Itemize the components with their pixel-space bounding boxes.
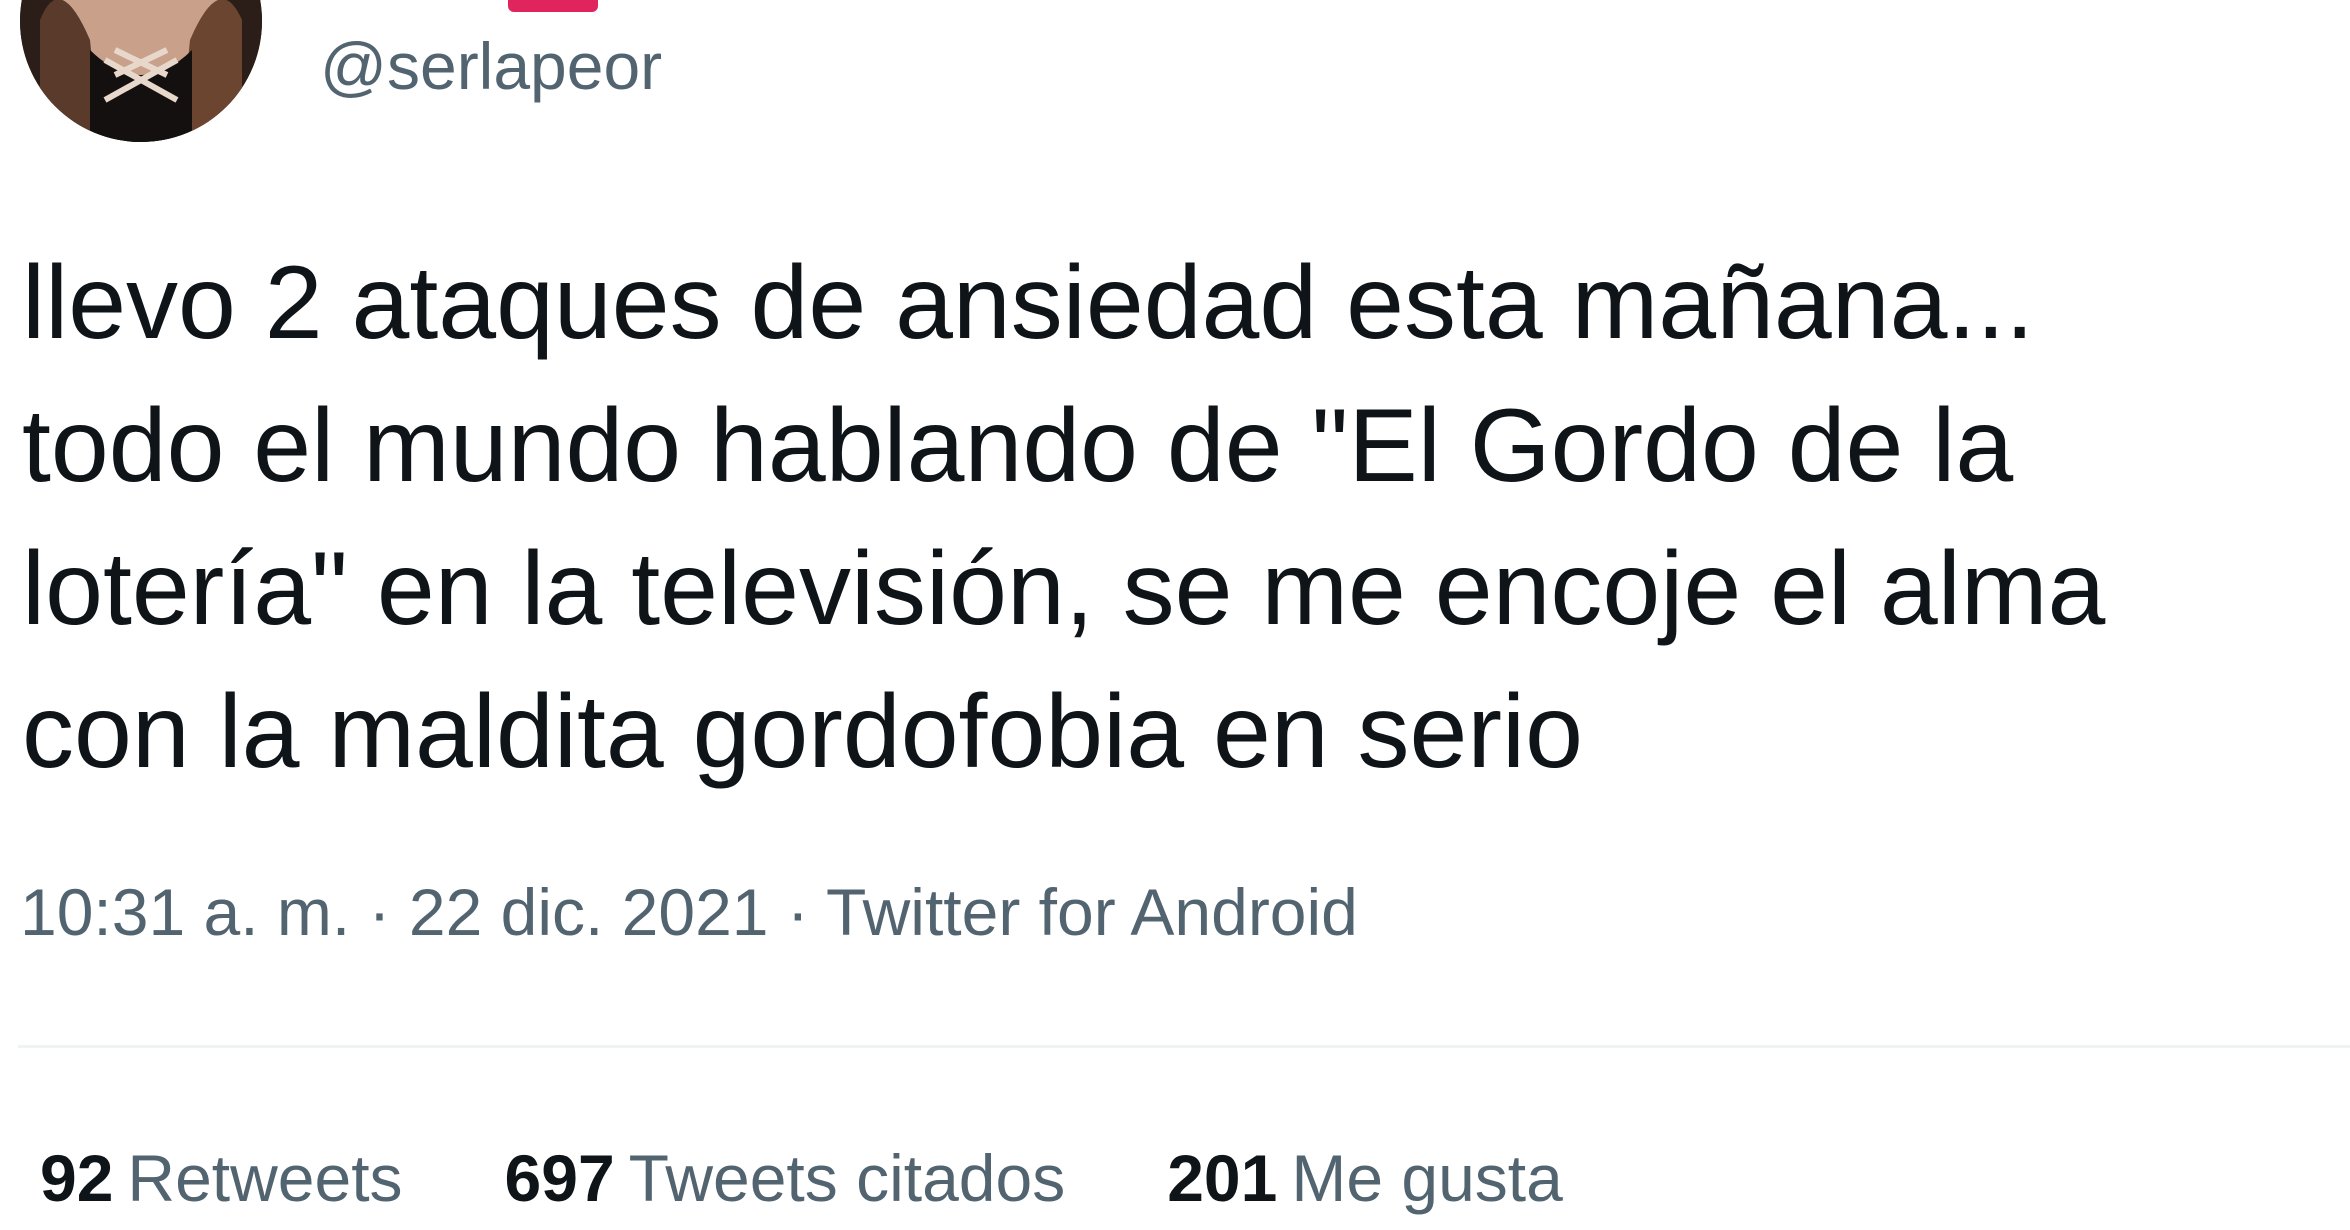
avatar[interactable]	[20, 0, 262, 142]
tweet-text-line: lotería" en la televisión, se me encoje …	[22, 531, 2106, 647]
tweet-text-line: con la maldita gordofobia en serio	[22, 674, 1583, 790]
likes-label: Me gusta	[1291, 1141, 1563, 1215]
tweet-text-line: llevo 2 ataques de ansiedad esta mañana.…	[22, 245, 2035, 361]
likes-stat[interactable]: 201 Me gusta	[1167, 1140, 1563, 1216]
likes-count: 201	[1167, 1141, 1278, 1215]
quotes-stat[interactable]: 697 Tweets citados	[505, 1140, 1066, 1216]
tweet-source[interactable]: Twitter for Android	[826, 875, 1358, 949]
retweets-label: Retweets	[127, 1141, 403, 1215]
quotes-count: 697	[504, 1141, 615, 1215]
user-handle[interactable]: @serlapeor	[320, 28, 662, 104]
tweet-text: llevo 2 ataques de ansiedad esta mañana.…	[22, 232, 2350, 804]
retweets-count: 92	[40, 1141, 114, 1215]
quotes-label: Tweets citados	[628, 1141, 1066, 1215]
avatar-photo	[20, 0, 262, 142]
divider	[18, 1045, 2350, 1048]
tweet-date[interactable]: 22 dic. 2021	[409, 875, 769, 949]
tweet-time[interactable]: 10:31 a. m.	[20, 875, 350, 949]
retweets-stat[interactable]: 92 Retweets	[40, 1140, 403, 1216]
tweet-metadata: 10:31 a. m. · 22 dic. 2021 · Twitter for…	[20, 874, 1358, 950]
tweet-stats: 92 Retweets 697 Tweets citados 201 Me gu…	[40, 1140, 1665, 1216]
tweet-text-line: todo el mundo hablando de "El Gordo de l…	[22, 388, 2014, 504]
meta-separator: ·	[368, 875, 409, 949]
meta-separator: ·	[786, 875, 826, 949]
status-badge	[508, 0, 598, 12]
